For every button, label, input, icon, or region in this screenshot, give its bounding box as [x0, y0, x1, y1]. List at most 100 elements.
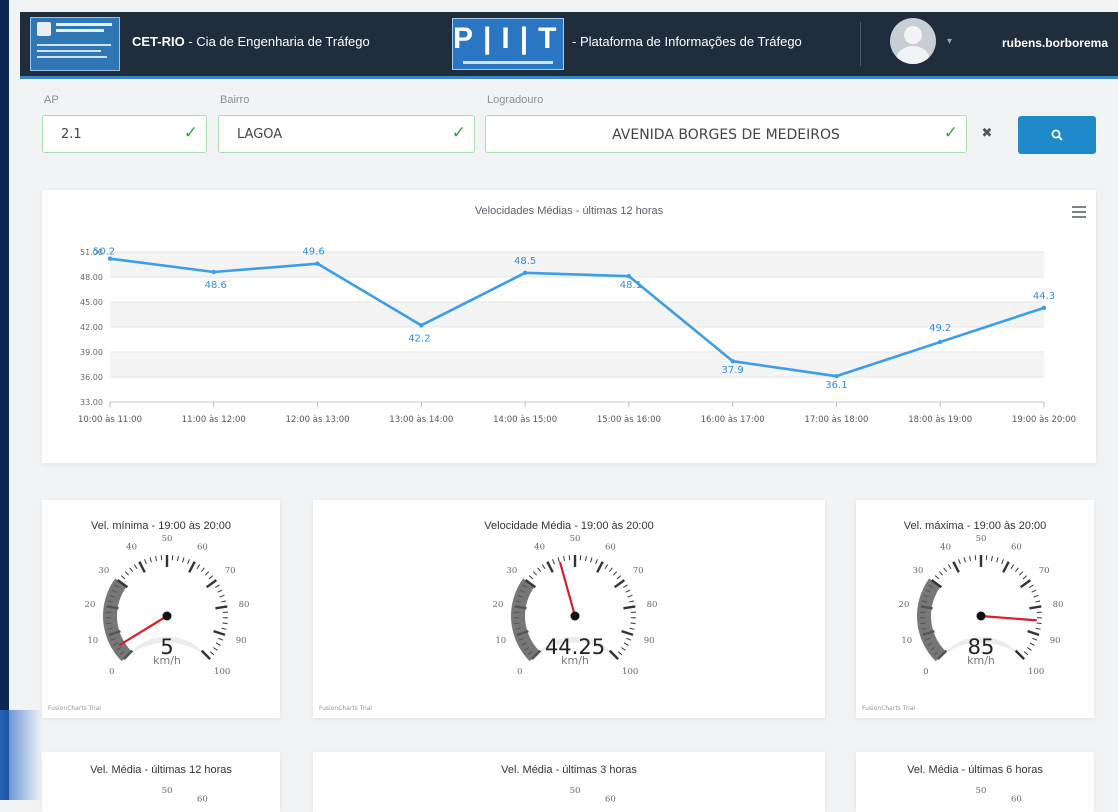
fusioncharts-trial-label: FusionCharts Trial [48, 705, 101, 712]
y-tick-label: 33.00 [80, 398, 103, 407]
gauge-minor-tick [605, 564, 608, 568]
gauge-major-tick [615, 580, 625, 587]
gauge-minor-tick [1029, 585, 1033, 588]
gauge-band-low [917, 578, 946, 661]
gauge-scale-label: 50 [570, 786, 581, 796]
data-label: 48.5 [514, 256, 536, 267]
data-point [730, 359, 734, 363]
gauge-minor-tick [626, 638, 631, 640]
gauge-minor-tick [205, 572, 208, 576]
x-tick-label: 18:00 às 19:00 [908, 415, 972, 425]
gauge-scale-label: 0 [923, 667, 928, 677]
gauge-minor-tick [944, 568, 947, 572]
chevron-down-icon[interactable]: ▾ [947, 36, 952, 47]
search-icon [1051, 129, 1063, 141]
org-name: CET-RIO [132, 34, 185, 49]
gauge-minor-tick [948, 564, 951, 568]
gauge-minor-tick [991, 556, 992, 561]
gauge-minor-tick [218, 590, 223, 592]
y-tick-label: 45.00 [80, 298, 103, 307]
line-chart-plot: 51.0048.0045.0042.0039.0036.0033.0010:00… [42, 190, 1096, 463]
gauge-scale-label: 10 [87, 636, 98, 646]
gauge-unit: km/h [153, 654, 181, 667]
search-button[interactable] [1018, 116, 1096, 154]
gauge-minor-tick [538, 568, 541, 572]
gauge-pivot [571, 612, 580, 621]
gauge-major-tick [1028, 631, 1039, 635]
gauge-scale-label: 90 [644, 636, 655, 646]
gauge-scale-label: 10 [901, 636, 912, 646]
x-tick-label: 10:00 às 11:00 [78, 415, 142, 425]
gauge-minor-tick [553, 559, 555, 564]
gauge-scale-label: 30 [98, 566, 109, 576]
x-tick-label: 13:00 às 14:00 [389, 415, 453, 425]
ap-select[interactable]: 2.1 ✓ [42, 115, 207, 153]
gauge-major-tick [1003, 562, 1008, 573]
gauge-minor-tick [1027, 647, 1031, 650]
gauge-scale-label: 40 [940, 543, 951, 553]
gauge-minor-tick [1019, 572, 1022, 576]
gauge-minor-tick [529, 576, 533, 579]
gauge-scale-label: 80 [647, 600, 658, 610]
gauge-minor-tick [150, 557, 151, 562]
gauge-scale-label: 80 [239, 600, 250, 610]
gauge-minor-tick [1032, 590, 1037, 592]
gauge-minor-tick [558, 557, 559, 562]
data-point [1042, 306, 1046, 310]
gauge-scale-label: 10 [495, 636, 506, 646]
gauge-needle [560, 562, 575, 616]
gauge-card-max: Vel. máxima - 19:00 às 20:00 01020304050… [856, 500, 1094, 718]
min-speed-gauge: 01020304050607080901005km/h [42, 500, 280, 718]
x-tick-label: 17:00 às 18:00 [804, 415, 868, 425]
data-label: 48.6 [205, 280, 227, 291]
username[interactable]: rubens.borborema [1002, 36, 1108, 50]
gauge-minor-tick [209, 576, 213, 579]
gauge-major-tick [953, 562, 958, 573]
gauge-minor-tick [628, 595, 633, 597]
gauge-scale-label: 50 [976, 786, 987, 796]
gauge-scale-label: 20 [899, 600, 910, 610]
gauge-minor-tick [183, 557, 184, 562]
close-icon[interactable]: ✖ [972, 118, 1002, 150]
gauge-minor-tick [624, 643, 628, 645]
avg-speed-gauge: 010203040506070809010044.25km/h [313, 500, 825, 718]
gauge-scale-label: 20 [85, 600, 96, 610]
gauge-minor-tick [1011, 564, 1014, 568]
gauge-minor-tick [223, 623, 228, 624]
gauge-minor-tick [939, 572, 942, 576]
gauge-minor-tick [959, 559, 961, 564]
ap-value: 2.1 [61, 127, 82, 142]
gauge-scale-label: 50 [570, 534, 581, 544]
left-edge-strip [0, 0, 9, 800]
gauge-minor-tick [630, 628, 635, 629]
org-title: CET-RIO - Cia de Engenharia de Tráfego [132, 34, 370, 49]
gauge-pivot [977, 612, 986, 621]
grid-band [110, 352, 1044, 377]
gauge-scale-label: 60 [1011, 543, 1022, 553]
pit-logo[interactable]: P|I|T [452, 18, 564, 70]
gauge-major-tick [597, 562, 602, 573]
gauge-minor-tick [121, 576, 125, 579]
gauge-scale-label: 50 [976, 534, 987, 544]
gauge-scale-label: 100 [622, 667, 638, 677]
data-point [834, 374, 838, 378]
data-label: 50.2 [93, 247, 115, 258]
gauge-minor-tick [215, 585, 219, 588]
gauge-minor-tick [626, 590, 631, 592]
logradouro-select[interactable]: AVENIDA BORGES DE MEDEIROS ✓ [485, 115, 967, 153]
data-point [419, 323, 423, 327]
gauge-scale-label: 0 [109, 667, 114, 677]
gauge-minor-tick [197, 564, 200, 568]
gauge-scale-label: 30 [506, 566, 517, 576]
x-tick-label: 16:00 às 17:00 [701, 415, 765, 425]
prefeitura-logo[interactable] [30, 17, 120, 71]
y-tick-label: 36.00 [80, 373, 103, 382]
gauge-card-12h: Vel. Média - últimas 12 horas 506070 [42, 752, 280, 812]
gauge-minor-tick [609, 568, 612, 572]
pit-logo-letters: P|I|T [453, 22, 563, 56]
gauge-minor-tick [564, 556, 565, 561]
user-avatar[interactable] [890, 18, 936, 64]
gauge-scale-label: 50 [162, 534, 173, 544]
bairro-select[interactable]: LAGOA ✓ [218, 115, 475, 153]
gauge-major-tick [1021, 580, 1031, 587]
